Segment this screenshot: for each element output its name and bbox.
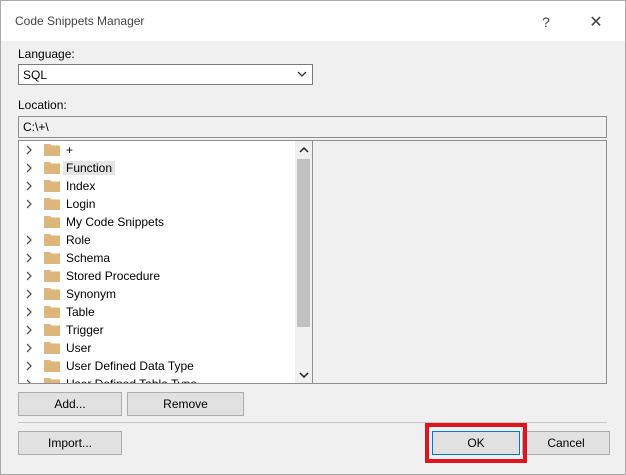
chevron-down-icon	[297, 71, 307, 77]
add-button[interactable]: Add...	[18, 392, 122, 416]
chevron-right-icon[interactable]	[24, 145, 34, 155]
tree-item[interactable]: Function	[19, 159, 294, 177]
tree-item-label: User	[66, 341, 92, 355]
tree-item-label: Stored Procedure	[66, 269, 161, 283]
folder-icon	[44, 162, 60, 174]
tree-vertical-scrollbar[interactable]	[295, 141, 312, 383]
chevron-right-icon[interactable]	[24, 307, 34, 317]
chevron-right-icon[interactable]	[24, 271, 34, 281]
language-label: Language:	[18, 47, 75, 61]
tree-item-label: User Defined Table Type	[66, 377, 197, 384]
help-button[interactable]: ?	[531, 9, 561, 35]
chevron-right-icon[interactable]	[24, 163, 34, 173]
chevron-right-icon[interactable]	[24, 361, 34, 371]
chevron-right-icon[interactable]	[24, 181, 34, 191]
tree-item-label: Function	[63, 161, 116, 175]
folder-icon	[44, 288, 60, 300]
folder-icon	[44, 342, 60, 354]
tree-item-label: My Code Snippets	[66, 215, 165, 229]
tree-item-label: Synonym	[66, 287, 117, 301]
folder-icon	[44, 306, 60, 318]
tree-item[interactable]: User	[19, 339, 294, 357]
folder-icon	[44, 234, 60, 246]
tree-item[interactable]: User Defined Table Type	[19, 375, 294, 384]
tree-item[interactable]: User Defined Data Type	[19, 357, 294, 375]
chevron-right-icon[interactable]	[24, 199, 34, 209]
chevron-right-icon[interactable]	[24, 289, 34, 299]
tree-item-label: Index	[66, 179, 96, 193]
tree-item-label: Table	[66, 305, 95, 319]
tree-item[interactable]: Trigger	[19, 321, 294, 339]
chevron-down-icon	[298, 371, 309, 378]
language-dropdown[interactable]: SQL	[18, 64, 313, 85]
import-button[interactable]: Import...	[18, 431, 122, 455]
folder-icon	[44, 360, 60, 372]
scroll-down-button[interactable]	[295, 366, 312, 383]
dialog-window: Code Snippets Manager ? ✕ Language: SQL …	[0, 0, 626, 475]
tree-item-label: User Defined Data Type	[66, 359, 194, 373]
tree-item[interactable]: Schema	[19, 249, 294, 267]
close-button[interactable]: ✕	[581, 9, 611, 35]
chevron-right-icon[interactable]	[24, 253, 34, 263]
tree-item[interactable]: Index	[19, 177, 294, 195]
window-title: Code Snippets Manager	[15, 14, 145, 28]
folder-icon	[44, 252, 60, 264]
cancel-button[interactable]: Cancel	[522, 431, 610, 455]
tree-item[interactable]: My Code Snippets	[19, 213, 294, 231]
folder-icon	[44, 180, 60, 192]
folder-icon	[44, 198, 60, 210]
tree-item[interactable]: Stored Procedure	[19, 267, 294, 285]
location-field[interactable]: C:\+\	[18, 116, 607, 138]
folder-icon	[44, 144, 60, 156]
scroll-thumb[interactable]	[297, 159, 310, 327]
tree-item[interactable]: Table	[19, 303, 294, 321]
tree-item-label: Login	[66, 197, 96, 211]
title-bar: Code Snippets Manager ? ✕	[1, 1, 625, 41]
tree-item[interactable]: Login	[19, 195, 294, 213]
chevron-right-icon[interactable]	[24, 325, 34, 335]
location-label: Location:	[18, 98, 67, 112]
snippet-tree[interactable]: User Defined Table Type User Defined Data…	[18, 140, 313, 384]
tree-item-label: +	[66, 143, 74, 157]
folder-icon	[44, 270, 60, 282]
tree-item[interactable]: Role	[19, 231, 294, 249]
folder-icon	[44, 378, 60, 383]
language-selected-value: SQL	[23, 68, 48, 82]
location-value: C:\+\	[23, 120, 49, 134]
chevron-right-icon[interactable]	[24, 379, 34, 384]
tree-item-label: Role	[66, 233, 91, 247]
chevron-right-icon[interactable]	[24, 235, 34, 245]
chevron-right-icon[interactable]	[24, 343, 34, 353]
tree-item[interactable]: +	[19, 141, 294, 159]
tree-item[interactable]: Synonym	[19, 285, 294, 303]
folder-icon	[44, 324, 60, 336]
tree-item-label: Trigger	[66, 323, 104, 337]
tree-item-label: Schema	[66, 251, 111, 265]
folder-icon	[44, 216, 60, 228]
remove-button[interactable]: Remove	[127, 392, 244, 416]
snippet-description-pane	[313, 140, 607, 384]
ok-highlight-box	[425, 423, 527, 463]
scroll-up-button[interactable]	[295, 141, 312, 158]
chevron-up-icon	[298, 146, 309, 153]
